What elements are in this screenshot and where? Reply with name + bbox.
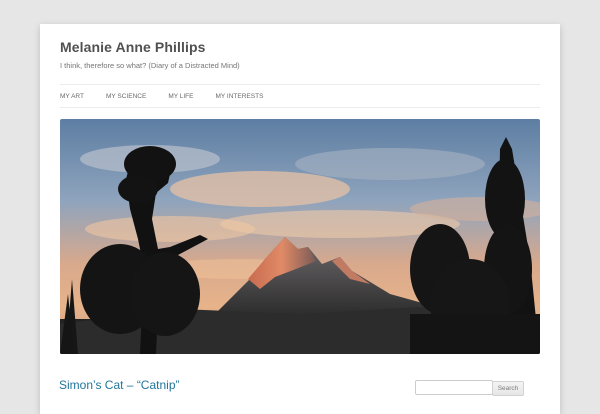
site-description: I think, therefore so what? (Diary of a …	[60, 61, 240, 70]
main-navigation: MY ART MY SCIENCE MY LIFE MY INTERESTS	[60, 84, 540, 108]
nav-item-my-life[interactable]: MY LIFE	[168, 93, 193, 100]
nav-item-my-interests[interactable]: MY INTERESTS	[215, 93, 263, 100]
post-title[interactable]: Simon’s Cat – “Catnip”	[59, 378, 180, 392]
search-input[interactable]	[415, 380, 493, 395]
search-button[interactable]: Search	[492, 381, 524, 396]
nav-item-my-art[interactable]: MY ART	[60, 93, 84, 100]
page-container: Melanie Anne Phillips I think, therefore…	[40, 24, 560, 414]
nav-item-my-science[interactable]: MY SCIENCE	[106, 93, 146, 100]
header-image	[60, 119, 540, 354]
header-landscape-illustration	[60, 119, 540, 354]
site-title[interactable]: Melanie Anne Phillips	[60, 39, 206, 55]
